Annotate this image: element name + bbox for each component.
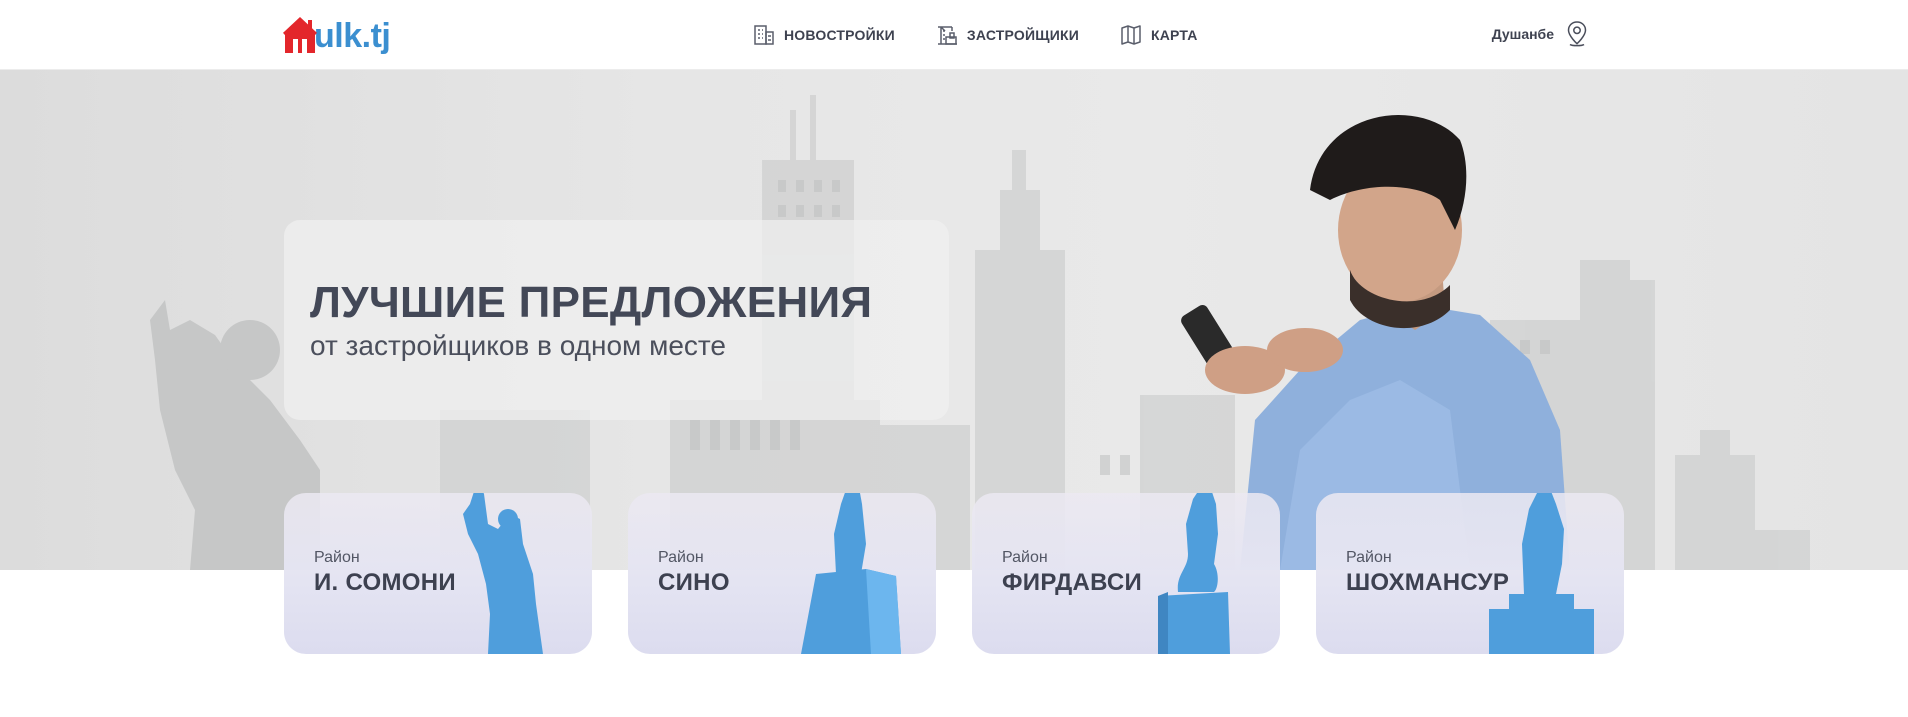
city-label: Душанбе [1491,26,1554,42]
district-label: Район [314,549,360,566]
statue-sino-icon [801,493,901,654]
hero-subtitle: от застройщиков в одном месте [310,330,726,361]
district-label: Район [1346,549,1392,566]
district-name: СИНО [658,569,730,596]
nav-item-zastroyshchiki[interactable]: ЗАСТРОЙЩИКИ [935,22,1079,48]
district-label: Район [1002,549,1048,566]
district-card-sino[interactable]: Район СИНО [628,493,936,654]
district-card-firdavsi[interactable]: Район ФИРДАВСИ [972,493,1280,654]
building-icon [754,25,774,45]
statue-shohmansur-icon [1489,493,1594,654]
logo[interactable]: ulk.tj [282,13,391,57]
logo-text: ulk.tj [314,16,391,55]
map-icon [1121,25,1141,45]
main-nav: НОВОСТРОЙКИ ЗАСТРОЙЩИКИ КАРТА [752,22,1238,48]
district-label: Район [658,549,704,566]
house-logo-icon [282,15,318,55]
district-name: ФИРДАВСИ [1002,569,1143,596]
district-card-shohmansur[interactable]: Район ШОХМАНСУР [1316,493,1624,654]
nav-item-karta[interactable]: КАРТА [1119,22,1198,48]
city-selector[interactable]: Душанбе [1492,20,1590,48]
nav-label: НОВОСТРОЙКИ [784,27,895,43]
statue-somoni-icon [463,493,543,654]
location-pin-icon [1567,21,1587,47]
hero-title: ЛУЧШИЕ ПРЕДЛОЖЕНИЯ [310,278,873,327]
nav-label: КАРТА [1150,27,1198,43]
nav-label: ЗАСТРОЙЩИКИ [966,27,1079,43]
nav-item-novostroyki[interactable]: НОВОСТРОЙКИ [752,22,895,48]
crane-icon [937,26,957,45]
district-card-somoni[interactable]: Район И. СОМОНИ [284,493,592,654]
hero-banner [0,70,1908,570]
site-header: ulk.tj НОВОСТРОЙКИ ЗАСТРОЙЩИКИ КАРТА Душ… [0,0,1908,70]
statue-firdavsi-icon [1158,493,1230,654]
district-name: И. СОМОНИ [314,569,456,596]
